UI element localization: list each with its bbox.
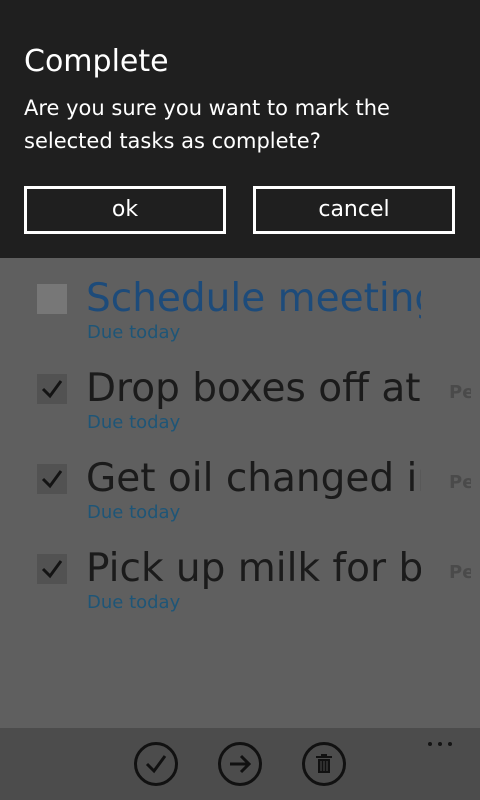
task-owner: Pe [449, 472, 471, 493]
task-checkbox[interactable] [37, 284, 67, 314]
check-icon [145, 755, 167, 774]
arrow-right-icon [230, 754, 252, 774]
task-due-date: Due today [87, 322, 181, 343]
task-checkbox[interactable] [37, 554, 67, 584]
task-owner: Pe [449, 382, 471, 403]
cancel-button[interactable]: cancel [253, 186, 455, 234]
task-row[interactable]: Schedule meeting Due today [0, 276, 480, 374]
delete-button[interactable] [302, 742, 346, 786]
task-due-date: Due today [87, 412, 181, 433]
task-title: Schedule meeting [86, 276, 421, 321]
task-title: Pick up milk for bre [86, 546, 421, 591]
task-row[interactable]: Get oil changed in Due today Pe [0, 456, 480, 554]
task-owner: Pe [449, 562, 471, 583]
trash-icon [316, 754, 332, 773]
dialog-message: Are you sure you want to mark the select… [24, 96, 390, 153]
checkmark-icon [41, 470, 63, 489]
dialog-title: Complete [24, 44, 169, 79]
task-due-date: Due today [87, 592, 181, 613]
confirm-dialog: Complete Are you sure you want to mark t… [0, 0, 480, 258]
task-due-date: Due today [87, 502, 181, 523]
move-button[interactable] [218, 742, 262, 786]
ellipsis-icon[interactable] [428, 732, 458, 752]
checkmark-icon [41, 380, 63, 399]
app-bar [0, 728, 480, 800]
complete-button[interactable] [134, 742, 178, 786]
task-checkbox[interactable] [37, 374, 67, 404]
ok-button[interactable]: ok [24, 186, 226, 234]
task-title: Drop boxes off at p [86, 366, 421, 411]
checkmark-icon [41, 560, 63, 579]
task-row[interactable]: Pick up milk for bre Due today Pe [0, 546, 480, 644]
task-checkbox[interactable] [37, 464, 67, 494]
task-row[interactable]: Drop boxes off at p Due today Pe [0, 366, 480, 464]
task-title: Get oil changed in [86, 456, 421, 501]
